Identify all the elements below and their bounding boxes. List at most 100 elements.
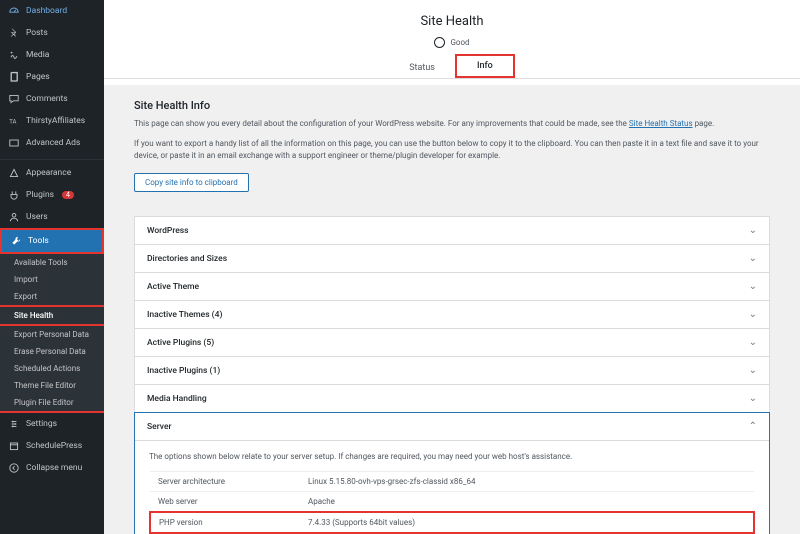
server-info-table: Server architectureLinux 5.15.80-ovh-vps… <box>149 471 755 534</box>
schedule-icon <box>8 440 20 452</box>
status-circle-icon <box>434 37 445 48</box>
tab-label: Status <box>409 63 435 73</box>
tab-info[interactable]: Info <box>455 54 515 78</box>
svg-text:TA: TA <box>9 118 16 125</box>
accordion-header[interactable]: Active Plugins (5) ⌄ <box>135 329 769 356</box>
sidebar-item-appearance[interactable]: Appearance <box>0 162 104 184</box>
sidebar-item-label: Tools <box>28 236 49 246</box>
accordion-title: Directories and Sizes <box>147 254 227 264</box>
chevron-down-icon: ⌄ <box>749 225 757 236</box>
users-icon <box>8 211 20 223</box>
accordion-inactive-themes-4-: Inactive Themes (4)⌄ <box>134 300 770 328</box>
sidebar-item-label: Plugins <box>26 190 54 200</box>
submenu-export[interactable]: Export <box>0 288 104 305</box>
server-value: Linux 5.15.80-ovh-vps-grsec-zfs-classid … <box>300 472 754 492</box>
sidebar-item-label: SchedulePress <box>26 441 82 451</box>
sidebar-item-label: Dashboard <box>26 6 67 16</box>
accordion-title: Active Plugins (5) <box>147 338 214 348</box>
accordion-active-plugins-5-: Active Plugins (5) ⌄ <box>134 328 770 356</box>
sidebar-item-label: Comments <box>26 94 68 104</box>
chevron-down-icon: ⌄ <box>749 393 757 404</box>
main-content: Site Health Good Status Info Site Health… <box>104 0 800 534</box>
sidebar-item-label: Appearance <box>26 168 71 178</box>
sidebar-item-comments[interactable]: Comments <box>0 88 104 110</box>
accordion-directories-and-sizes: Directories and Sizes ⌄ <box>134 244 770 272</box>
sidebar-item-tools[interactable]: Tools <box>0 228 104 254</box>
sidebar-item-label: Users <box>26 212 48 222</box>
chevron-down-icon: ⌄ <box>749 253 757 264</box>
sidebar-item-thirstyaffiliates[interactable]: TA ThirstyAffiliates <box>0 110 104 132</box>
accordion-inactive-plugins-1-: Inactive Plugins (1) ⌄ <box>134 356 770 384</box>
accordion-header[interactable]: Directories and Sizes ⌄ <box>135 245 769 272</box>
sidebar-item-label: Settings <box>26 419 57 429</box>
sidebar-item-label: Advanced Ads <box>26 138 80 148</box>
submenu-export-personal-data[interactable]: Export Personal Data <box>0 326 104 343</box>
server-desc: The options shown below relate to your s… <box>149 451 755 463</box>
status-text: Good <box>450 38 469 47</box>
server-row-php-version: PHP version7.4.33 (Supports 64bit values… <box>150 512 754 533</box>
accordion-server-header[interactable]: Server ⌃ <box>135 413 769 441</box>
accordion-header[interactable]: Inactive Themes (4)⌄ <box>135 301 769 328</box>
tools-icon <box>10 235 22 247</box>
sidebar-item-users[interactable]: Users <box>0 206 104 228</box>
accordion-header[interactable]: Active Theme ⌄ <box>135 273 769 300</box>
sidebar-item-schedulepress[interactable]: SchedulePress <box>0 435 104 457</box>
tools-submenu: Available ToolsImportExportSite HealthEx… <box>0 254 104 413</box>
server-value: Apache <box>300 492 754 513</box>
media-icon <box>8 49 20 61</box>
chevron-up-icon: ⌃ <box>749 421 757 432</box>
sidebar-item-settings[interactable]: Settings <box>0 413 104 435</box>
accordion-header[interactable]: Media Handling⌄ <box>135 385 769 412</box>
submenu-import[interactable]: Import <box>0 271 104 288</box>
submenu-theme-file-editor[interactable]: Theme File Editor <box>0 377 104 394</box>
sidebar-item-dashboard[interactable]: Dashboard <box>0 0 104 22</box>
accordion-title: WordPress <box>147 226 189 236</box>
comment-icon <box>8 93 20 105</box>
accordion-header[interactable]: Inactive Plugins (1) ⌄ <box>135 357 769 384</box>
info-heading: Site Health Info <box>134 99 770 112</box>
collapse-menu[interactable]: Collapse menu <box>0 457 104 479</box>
submenu-available-tools[interactable]: Available Tools <box>0 254 104 271</box>
accordion-title: Inactive Plugins (1) <box>147 366 220 376</box>
sidebar-separator <box>0 156 104 160</box>
sidebar-item-label: Posts <box>26 28 48 38</box>
collapse-label: Collapse menu <box>26 463 82 473</box>
accordion-title: Active Theme <box>147 282 199 292</box>
server-row-server-architecture: Server architectureLinux 5.15.80-ovh-vps… <box>150 472 754 492</box>
chevron-down-icon: ⌄ <box>749 337 757 348</box>
sidebar-item-label: ThirstyAffiliates <box>26 116 85 126</box>
sidebar-item-posts[interactable]: Posts <box>0 22 104 44</box>
ads-icon <box>8 137 20 149</box>
info-paragraph-2: If you want to export a handy list of al… <box>134 138 770 162</box>
site-health-status-link[interactable]: Site Health Status <box>629 119 693 128</box>
info-paragraph-1: This page can show you every detail abou… <box>134 118 770 130</box>
appearance-icon <box>8 167 20 179</box>
sidebar-item-plugins[interactable]: Plugins 4 <box>0 184 104 206</box>
chevron-down-icon: ⌄ <box>749 281 757 292</box>
chevron-down-icon: ⌄ <box>749 365 757 376</box>
accordion-header[interactable]: WordPress ⌄ <box>135 217 769 244</box>
submenu-scheduled-actions[interactable]: Scheduled Actions <box>0 360 104 377</box>
server-key: Server architecture <box>150 472 300 492</box>
server-row-web-server: Web serverApache <box>150 492 754 513</box>
submenu-erase-personal-data[interactable]: Erase Personal Data <box>0 343 104 360</box>
sidebar-item-advanced-ads[interactable]: Advanced Ads <box>0 132 104 154</box>
chevron-down-icon: ⌄ <box>749 309 757 320</box>
update-badge: 4 <box>62 191 74 199</box>
page-title: Site Health <box>104 14 800 29</box>
sidebar-item-media[interactable]: Media <box>0 44 104 66</box>
server-key: PHP version <box>150 512 300 533</box>
ta-icon: TA <box>8 115 20 127</box>
health-tabs: Status Info <box>104 54 800 79</box>
accordion-server: Server ⌃ The options shown below relate … <box>134 412 770 534</box>
info-body: Site Health Info This page can show you … <box>104 85 800 534</box>
submenu-site-health[interactable]: Site Health <box>0 305 104 326</box>
server-key: Web server <box>150 492 300 513</box>
plugins-icon <box>8 189 20 201</box>
submenu-plugin-file-editor[interactable]: Plugin File Editor <box>0 394 104 411</box>
sidebar-item-pages[interactable]: Pages <box>0 66 104 88</box>
tab-label: Info <box>477 61 493 71</box>
health-status-indicator: Good <box>104 37 800 48</box>
tab-status[interactable]: Status <box>389 54 455 78</box>
copy-site-info-button[interactable]: Copy site info to clipboard <box>134 173 249 192</box>
